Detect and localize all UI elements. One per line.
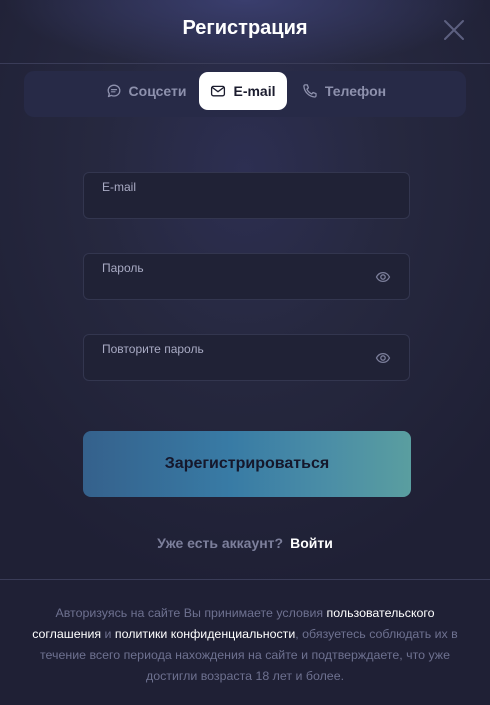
- terms-text-part2: и: [101, 627, 115, 641]
- envelope-icon: [211, 85, 226, 97]
- repeat-password-input[interactable]: [101, 355, 361, 377]
- password-field: Пароль: [83, 253, 410, 300]
- terms-footer: Авторизуясь на сайте Вы принимаете услов…: [0, 579, 490, 705]
- repeat-password-field: Повторите пароль: [83, 334, 410, 381]
- password-input[interactable]: [101, 274, 361, 296]
- email-field-label: E-mail: [102, 180, 137, 194]
- email-field: E-mail: [83, 172, 410, 219]
- login-question: Уже есть аккаунт?: [157, 535, 284, 551]
- eye-icon[interactable]: [375, 350, 391, 366]
- registration-modal: Регистрация Соцсети E-mail Телефон E-mai…: [0, 0, 490, 705]
- modal-title: Регистрация: [182, 17, 308, 39]
- tab-email-label: E-mail: [233, 83, 276, 99]
- terms-text-part1: Авторизуясь на сайте Вы принимаете услов…: [55, 606, 327, 620]
- auth-method-tabs: Соцсети E-mail Телефон: [24, 71, 466, 117]
- eye-icon[interactable]: [375, 269, 391, 285]
- login-link[interactable]: Войти: [290, 535, 333, 551]
- privacy-policy-link[interactable]: политики конфиденциальности: [115, 627, 295, 641]
- close-icon[interactable]: [442, 18, 466, 42]
- tab-phone-label: Телефон: [324, 83, 387, 99]
- terms-text: Авторизуясь на сайте Вы принимаете услов…: [30, 603, 460, 687]
- tab-phone[interactable]: Телефон: [292, 72, 396, 110]
- tab-socials-label: Соцсети: [128, 83, 187, 99]
- tab-socials[interactable]: Соцсети: [96, 72, 196, 110]
- repeat-password-field-label: Повторите пароль: [102, 342, 204, 356]
- phone-icon: [303, 84, 317, 98]
- modal-header: Регистрация: [0, 0, 490, 64]
- login-prompt: Уже есть аккаунт? Войти: [0, 535, 490, 551]
- password-field-label: Пароль: [102, 261, 144, 275]
- tab-email[interactable]: E-mail: [199, 72, 287, 110]
- chat-bubble-icon: [107, 84, 120, 98]
- register-button[interactable]: Зарегистрироваться: [83, 431, 411, 497]
- email-input[interactable]: [101, 193, 361, 215]
